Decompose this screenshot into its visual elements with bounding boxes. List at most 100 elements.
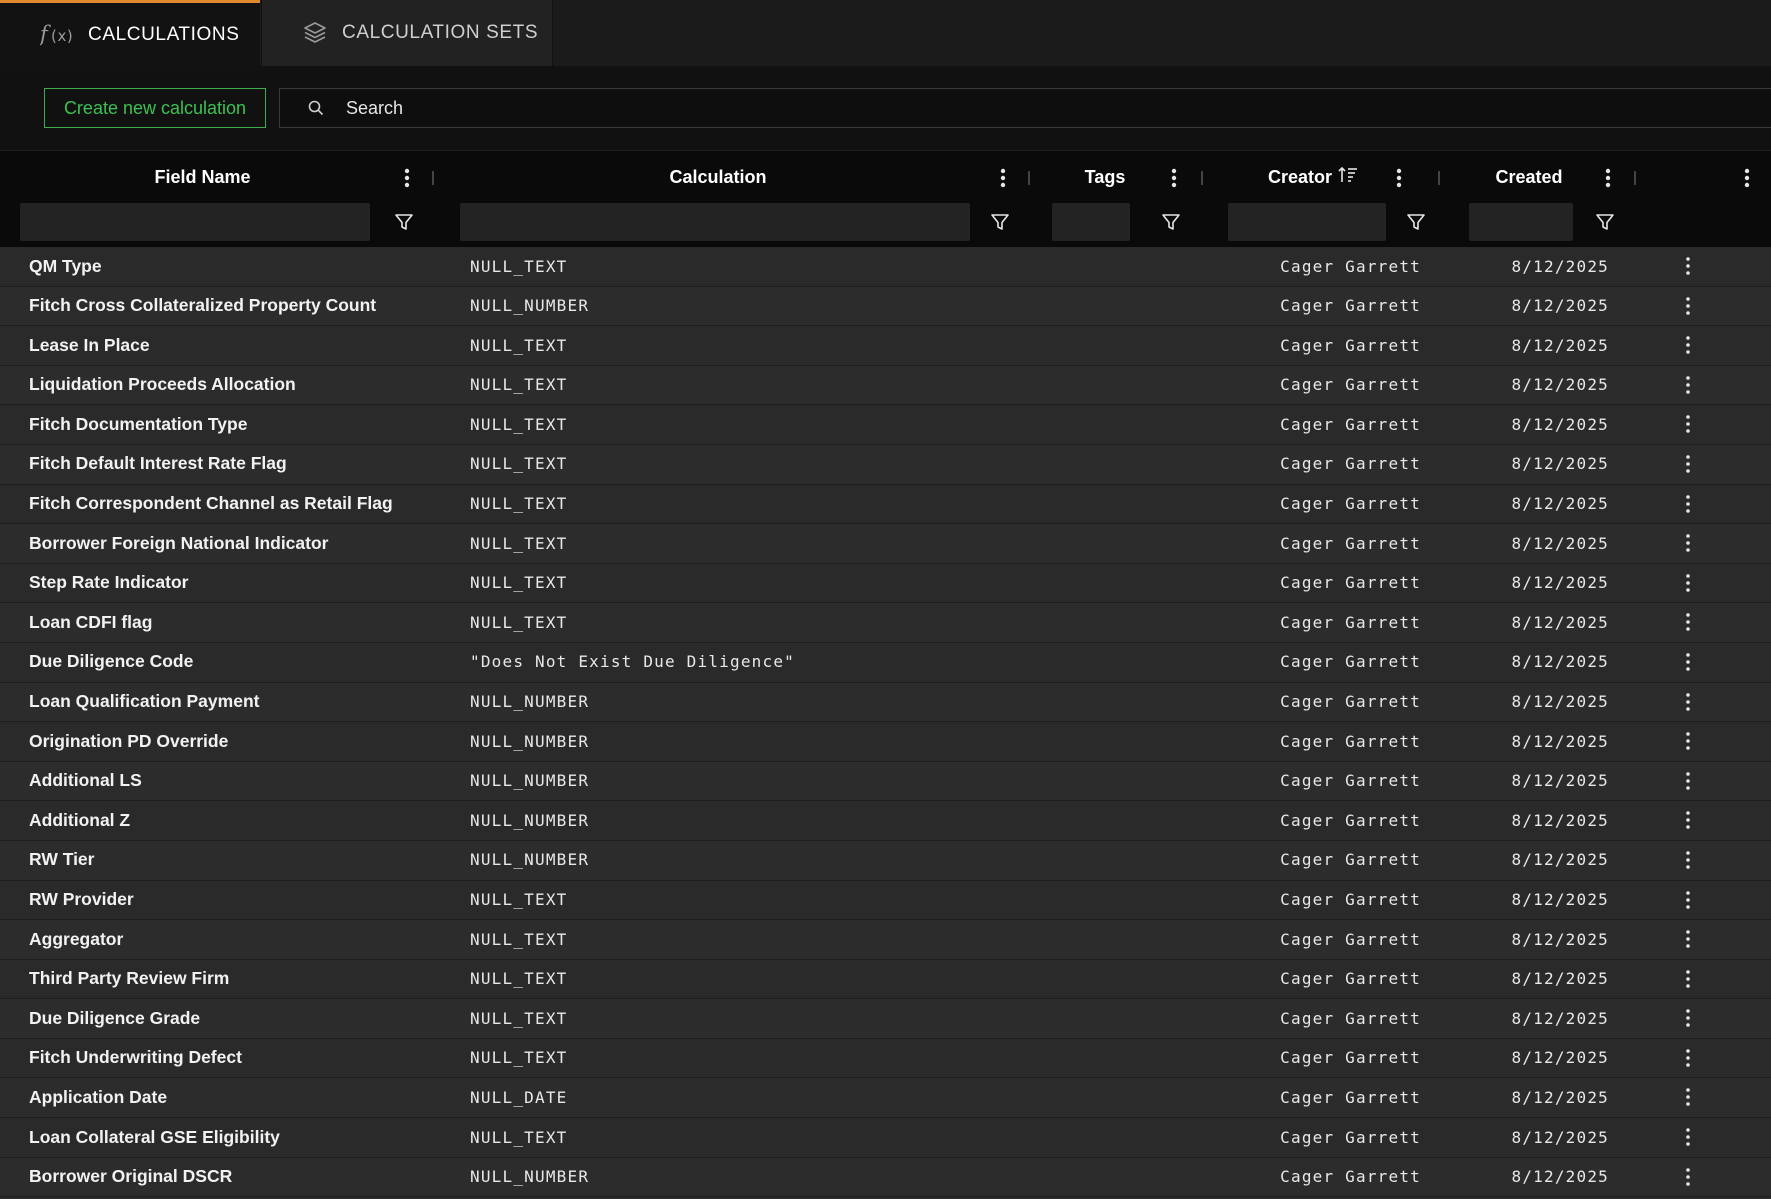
- table-row[interactable]: Additional LS NULL_NUMBER Cager Garrett …: [0, 761, 1771, 802]
- created-cell: 8/12/2025: [1511, 1167, 1609, 1187]
- filter-icon[interactable]: [1594, 210, 1616, 234]
- filter-icon[interactable]: [1405, 210, 1427, 234]
- creator-cell: Cager Garrett: [1280, 1087, 1421, 1107]
- row-menu-icon[interactable]: [1678, 643, 1698, 681]
- search-bar[interactable]: [279, 88, 1771, 128]
- filter-icon[interactable]: [393, 210, 415, 234]
- calculation-cell: NULL_TEXT: [470, 929, 568, 949]
- column-title-tags[interactable]: Tags: [1030, 165, 1180, 189]
- table-row[interactable]: Additional Z NULL_NUMBER Cager Garrett 8…: [0, 801, 1771, 841]
- table-row[interactable]: Liquidation Proceeds Allocation NULL_TEX…: [0, 365, 1771, 406]
- created-filter-input[interactable]: [1469, 203, 1573, 241]
- row-menu-icon[interactable]: [1678, 722, 1698, 760]
- row-menu-icon[interactable]: [1678, 960, 1698, 998]
- tab-calculations[interactable]: f (x) CALCULATIONS: [0, 0, 260, 66]
- field-name-filter-input[interactable]: [20, 203, 370, 241]
- table-row[interactable]: Loan CDFI flag NULL_TEXT Cager Garrett 8…: [0, 603, 1771, 643]
- column-menu-icon[interactable]: [397, 165, 417, 191]
- field-name-cell: Fitch Cross Collateralized Property Coun…: [29, 295, 377, 316]
- table-row[interactable]: Loan Collateral GSE Eligibility NULL_TEX…: [0, 1118, 1771, 1158]
- row-menu-icon[interactable]: [1678, 999, 1698, 1037]
- table-row[interactable]: Loan Qualification Payment NULL_NUMBER C…: [0, 682, 1771, 723]
- creator-cell: Cager Garrett: [1280, 414, 1421, 434]
- table-row[interactable]: Fitch Documentation Type NULL_TEXT Cager…: [0, 405, 1771, 445]
- table-row[interactable]: Lease In Place NULL_TEXT Cager Garrett 8…: [0, 326, 1771, 366]
- column-menu-icon[interactable]: [1389, 165, 1409, 191]
- row-menu-icon[interactable]: [1678, 920, 1698, 958]
- calculation-cell: NULL_NUMBER: [470, 771, 590, 791]
- table-row[interactable]: Fitch Cross Collateralized Property Coun…: [0, 286, 1771, 327]
- column-resize-handle[interactable]: [1201, 171, 1203, 185]
- column-menu-icon[interactable]: [1737, 165, 1757, 191]
- table-row[interactable]: Due Diligence Code "Does Not Exist Due D…: [0, 642, 1771, 683]
- table-row[interactable]: Fitch Underwriting Defect NULL_TEXT Cage…: [0, 1038, 1771, 1079]
- creator-cell: Cager Garrett: [1280, 1048, 1421, 1068]
- table-row[interactable]: Third Party Review Firm NULL_TEXT Cager …: [0, 959, 1771, 1000]
- calculation-filter-input[interactable]: [460, 203, 970, 241]
- tags-cell: [1044, 445, 1206, 483]
- row-menu-icon[interactable]: [1678, 445, 1698, 483]
- table-row[interactable]: Aggregator NULL_TEXT Cager Garrett 8/12/…: [0, 920, 1771, 960]
- sort-ascending-icon: [1338, 166, 1358, 189]
- row-menu-icon[interactable]: [1678, 1118, 1698, 1156]
- column-title-field-name[interactable]: Field Name: [0, 165, 405, 189]
- calculation-cell: NULL_TEXT: [470, 1008, 568, 1028]
- tags-filter-input[interactable]: [1052, 203, 1130, 241]
- table-row[interactable]: Fitch Default Interest Rate Flag NULL_TE…: [0, 444, 1771, 485]
- row-menu-icon[interactable]: [1678, 841, 1698, 879]
- table-row[interactable]: Origination PD Override NULL_NUMBER Cage…: [0, 722, 1771, 762]
- row-menu-icon[interactable]: [1678, 366, 1698, 404]
- row-menu-icon[interactable]: [1678, 247, 1698, 285]
- filter-icon[interactable]: [1160, 210, 1182, 234]
- search-input[interactable]: [344, 96, 1648, 120]
- tags-cell: [1044, 247, 1206, 285]
- created-cell: 8/12/2025: [1511, 731, 1609, 751]
- row-menu-icon[interactable]: [1678, 564, 1698, 602]
- table-row[interactable]: Step Rate Indicator NULL_TEXT Cager Garr…: [0, 563, 1771, 604]
- created-cell: 8/12/2025: [1511, 454, 1609, 474]
- row-menu-icon[interactable]: [1678, 603, 1698, 641]
- tags-cell: [1044, 1158, 1206, 1196]
- row-menu-icon[interactable]: [1678, 524, 1698, 562]
- table-row[interactable]: RW Tier NULL_NUMBER Cager Garrett 8/12/2…: [0, 840, 1771, 881]
- row-menu-icon[interactable]: [1678, 405, 1698, 443]
- row-menu-icon[interactable]: [1678, 881, 1698, 919]
- create-calculation-button[interactable]: Create new calculation: [44, 88, 266, 128]
- column-title-creator[interactable]: Creator: [1208, 165, 1418, 189]
- table-row[interactable]: Borrower Original DSCR NULL_NUMBER Cager…: [0, 1157, 1771, 1198]
- row-menu-icon[interactable]: [1678, 762, 1698, 800]
- row-menu-icon[interactable]: [1678, 1039, 1698, 1077]
- column-title-text: Creator: [1267, 166, 1333, 187]
- row-menu-icon[interactable]: [1678, 1158, 1698, 1196]
- table-row[interactable]: QM Type NULL_TEXT Cager Garrett 8/12/202…: [0, 247, 1771, 287]
- creator-filter-input[interactable]: [1228, 203, 1386, 241]
- column-resize-handle[interactable]: [432, 171, 434, 185]
- table-row[interactable]: RW Provider NULL_TEXT Cager Garrett 8/12…: [0, 880, 1771, 921]
- table-body: QM Type NULL_TEXT Cager Garrett 8/12/202…: [0, 247, 1771, 1198]
- calculation-cell: NULL_TEXT: [470, 1048, 568, 1068]
- column-menu-icon[interactable]: [993, 165, 1013, 191]
- row-menu-icon[interactable]: [1678, 287, 1698, 325]
- table-row[interactable]: Borrower Foreign National Indicator NULL…: [0, 524, 1771, 564]
- row-menu-icon[interactable]: [1678, 326, 1698, 364]
- column-menu-icon[interactable]: [1164, 165, 1184, 191]
- creator-cell: Cager Garrett: [1280, 256, 1421, 276]
- row-menu-icon[interactable]: [1678, 485, 1698, 523]
- function-icon: f (x): [40, 22, 74, 48]
- row-menu-icon[interactable]: [1678, 801, 1698, 839]
- table-row[interactable]: Application Date NULL_DATE Cager Garrett…: [0, 1078, 1771, 1119]
- created-cell: 8/12/2025: [1511, 1087, 1609, 1107]
- column-menu-icon[interactable]: [1598, 165, 1618, 191]
- column-title-calculation[interactable]: Calculation: [438, 165, 998, 189]
- calculation-cell: NULL_NUMBER: [470, 692, 590, 712]
- table-row[interactable]: Fitch Correspondent Channel as Retail Fl…: [0, 484, 1771, 525]
- tab-calculation-sets[interactable]: CALCULATION SETS: [261, 0, 553, 66]
- filter-icon[interactable]: [989, 210, 1011, 234]
- tags-cell: [1044, 960, 1206, 998]
- row-menu-icon[interactable]: [1678, 1078, 1698, 1116]
- tags-cell: [1044, 762, 1206, 800]
- row-menu-icon[interactable]: [1678, 683, 1698, 721]
- column-title-created[interactable]: Created: [1444, 165, 1614, 189]
- table-row[interactable]: Due Diligence Grade NULL_TEXT Cager Garr…: [0, 999, 1771, 1039]
- column-resize-handle[interactable]: [1438, 171, 1440, 185]
